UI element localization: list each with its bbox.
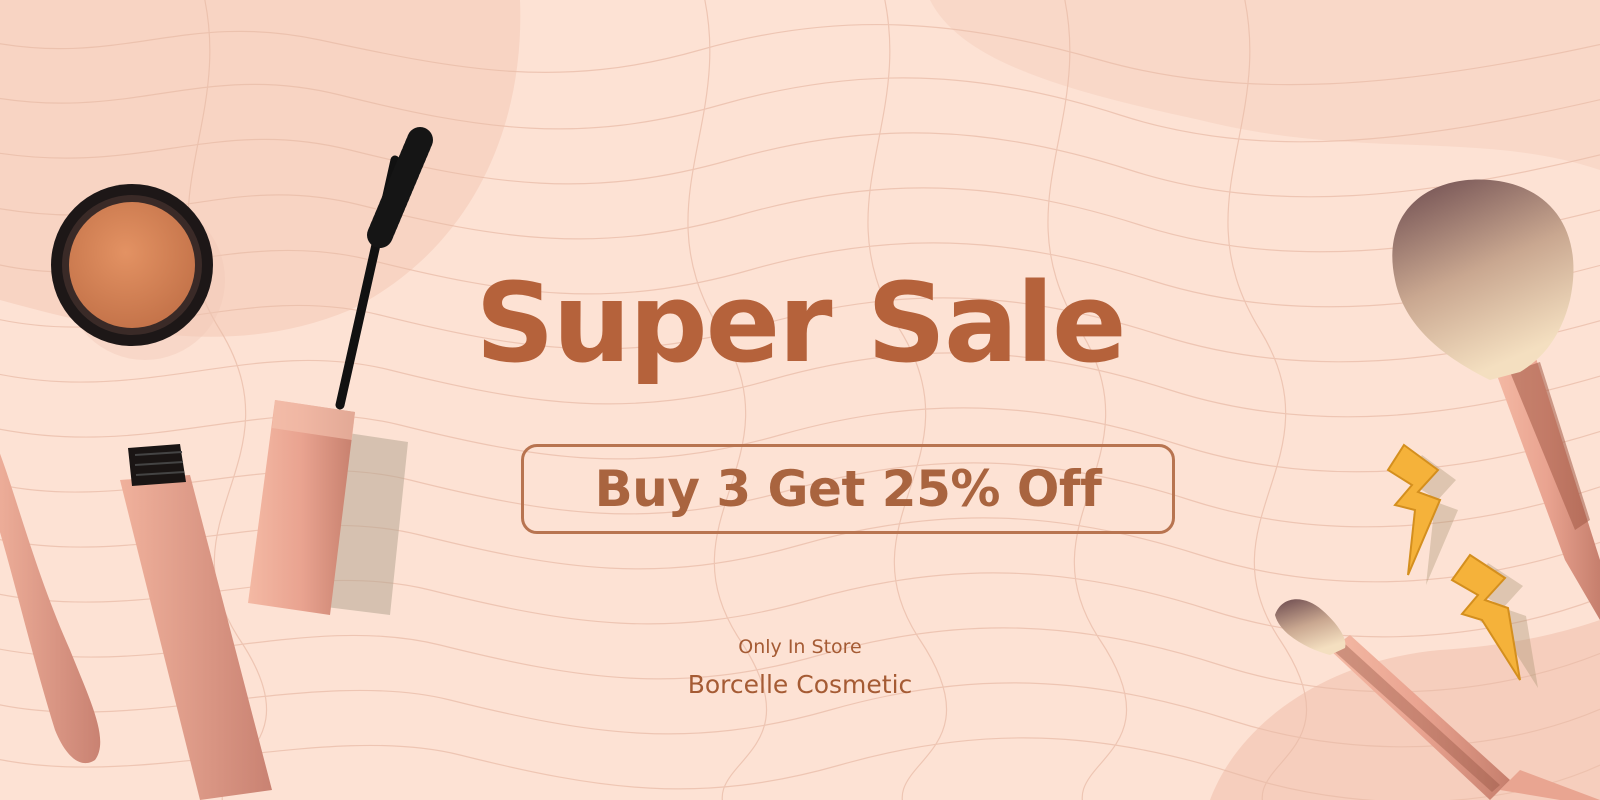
offer-badge: Buy 3 Get 25% Off [521, 444, 1175, 534]
promo-banner: Super Sale Buy 3 Get 25% Off Only In Sto… [0, 0, 1600, 800]
brand-name: Borcelle Cosmetic [687, 670, 913, 699]
store-note: Only In Store [738, 636, 862, 658]
offer-text: Buy 3 Get 25% Off [594, 460, 1102, 518]
sale-title: Super Sale [475, 259, 1126, 387]
lip-tube-icon [120, 444, 272, 800]
powder-brush-icon [1392, 179, 1600, 620]
